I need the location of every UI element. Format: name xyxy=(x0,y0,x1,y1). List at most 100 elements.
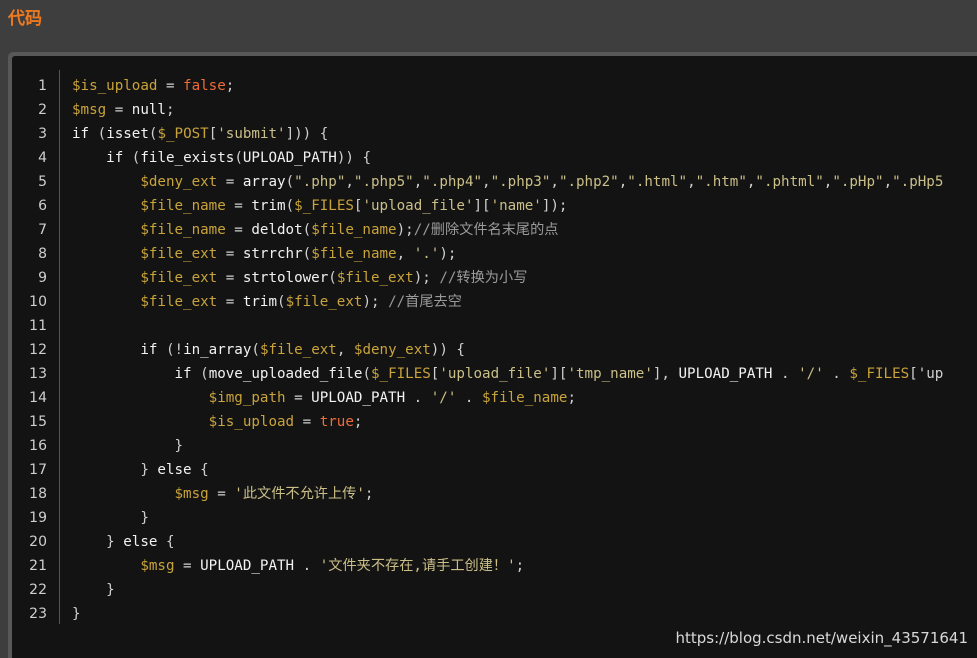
line-number: 6 xyxy=(38,198,47,214)
code-token: $file_name xyxy=(311,246,397,262)
code-token: } xyxy=(72,462,158,478)
line-number: 9 xyxy=(38,270,47,286)
code-token: (! xyxy=(157,342,184,358)
code-text: $file_ext = trim($file_ext); //首尾去空 xyxy=(72,290,462,314)
code-token: trim xyxy=(251,198,286,214)
code-token: ( xyxy=(302,222,312,238)
code-token: ( xyxy=(251,342,260,358)
code-token: = xyxy=(225,198,252,214)
section-header: 代码 xyxy=(0,0,977,46)
code-token: ".php" xyxy=(294,174,346,190)
code-token: ( xyxy=(123,150,141,166)
code-line: 18 $msg = '此文件不允许上传'; xyxy=(12,482,977,506)
code-line: 10 $file_ext = trim($file_ext); //首尾去空 xyxy=(12,290,977,314)
code-text: $msg = '此文件不允许上传'; xyxy=(72,482,374,506)
code-token: ( xyxy=(277,294,286,310)
line-number: 20 xyxy=(29,534,47,550)
code-token: $deny_ext xyxy=(353,342,431,358)
line-number: 21 xyxy=(29,558,47,574)
line-number: 7 xyxy=(38,222,47,238)
code-text: } xyxy=(72,602,81,626)
code-text: } xyxy=(72,578,115,602)
code-token: strtolower xyxy=(242,270,329,286)
line-number: 5 xyxy=(38,174,47,190)
code-line: 4 if (file_exists(UPLOAD_PATH)) { xyxy=(12,146,977,170)
code-token: $img_path xyxy=(208,390,286,406)
code-line: 17 } else { xyxy=(12,458,977,482)
code-token: 'upload_file' xyxy=(362,198,474,214)
line-number: 3 xyxy=(38,126,47,142)
code-text: $deny_ext = array(".php",".php5",".php4"… xyxy=(72,170,943,194)
code-block[interactable]: 1 $is_upload = false; 2 $msg = null; 3 if (is… xyxy=(12,56,977,658)
code-token: ; xyxy=(567,390,576,406)
code-token: $file_name xyxy=(311,222,397,238)
code-line: 14 $img_path = UPLOAD_PATH . '/' . $file… xyxy=(12,386,977,410)
code-token: $deny_ext xyxy=(140,174,218,190)
code-token: strrchr xyxy=(242,246,303,262)
code-token: $file_ext xyxy=(259,342,337,358)
code-text: } else { xyxy=(72,530,175,554)
section-title: 代码 xyxy=(8,9,42,29)
code-line: 6 $file_name = trim($_FILES['upload_file… xyxy=(12,194,977,218)
code-text: $img_path = UPLOAD_PATH . '/' . $file_na… xyxy=(72,386,576,410)
code-lines: 1 $is_upload = false; 2 $msg = null; 3 if (is… xyxy=(12,74,977,626)
code-text: if (isset($_POST['submit'])) { xyxy=(72,122,328,146)
code-token: ".php4" xyxy=(422,174,483,190)
code-token: ); xyxy=(396,222,414,238)
code-token: else xyxy=(157,462,192,478)
code-token: } xyxy=(72,606,81,622)
code-token: if xyxy=(72,126,90,142)
line-number: 22 xyxy=(29,582,47,598)
code-token: deldot xyxy=(251,222,303,238)
code-token: = xyxy=(285,390,312,406)
code-token: = xyxy=(217,270,243,286)
code-token: in_array xyxy=(183,342,252,358)
code-token: ".html" xyxy=(627,174,688,190)
code-token: { xyxy=(191,462,209,478)
code-line: 15 $is_upload = true; xyxy=(12,410,977,434)
code-token: ".pHp" xyxy=(832,174,884,190)
code-text: } xyxy=(72,506,149,530)
code-token: $file_ext xyxy=(140,270,218,286)
code-token: [ xyxy=(208,126,218,142)
line-number: 17 xyxy=(29,462,47,478)
code-token: ".php2" xyxy=(558,174,619,190)
code-line: 23} xyxy=(12,602,977,626)
code-token: } xyxy=(72,534,124,550)
code-token: ( xyxy=(362,366,371,382)
code-token: file_exists xyxy=(140,150,235,166)
code-token: $file_name xyxy=(140,222,226,238)
code-token: { xyxy=(157,534,175,550)
code-token: 'name' xyxy=(490,198,542,214)
code-token: $is_upload xyxy=(72,78,158,94)
line-number: 16 xyxy=(29,438,47,454)
code-token: $_FILES xyxy=(849,366,910,382)
code-token: )) { xyxy=(336,150,372,166)
code-text: $is_upload = true; xyxy=(72,410,363,434)
code-text: $file_ext = strtolower($file_ext); //转换为… xyxy=(72,266,527,290)
code-token: ]); xyxy=(541,198,568,214)
code-line: 20 } else { xyxy=(12,530,977,554)
code-line: 22 } xyxy=(12,578,977,602)
code-text: if (file_exists(UPLOAD_PATH)) { xyxy=(72,146,371,170)
code-line: 19 } xyxy=(12,506,977,530)
code-token: ], xyxy=(652,366,679,382)
code-line: 3 if (isset($_POST['submit'])) { xyxy=(12,122,977,146)
code-token: ( xyxy=(191,366,209,382)
code-line: 11 xyxy=(12,314,977,338)
code-text: $file_ext = strrchr($file_name, '.'); xyxy=(72,242,456,266)
code-token: ][ xyxy=(473,198,491,214)
code-text: $msg = null; xyxy=(72,98,175,122)
line-number: 15 xyxy=(29,414,47,430)
code-token: ][ xyxy=(550,366,568,382)
code-token: ( xyxy=(285,174,295,190)
code-token: ; xyxy=(353,414,363,430)
code-token: isset xyxy=(106,126,149,142)
code-token: //删除文件名末尾的点 xyxy=(413,222,559,238)
code-token: ); xyxy=(413,270,440,286)
code-token: 'submit' xyxy=(217,126,286,142)
